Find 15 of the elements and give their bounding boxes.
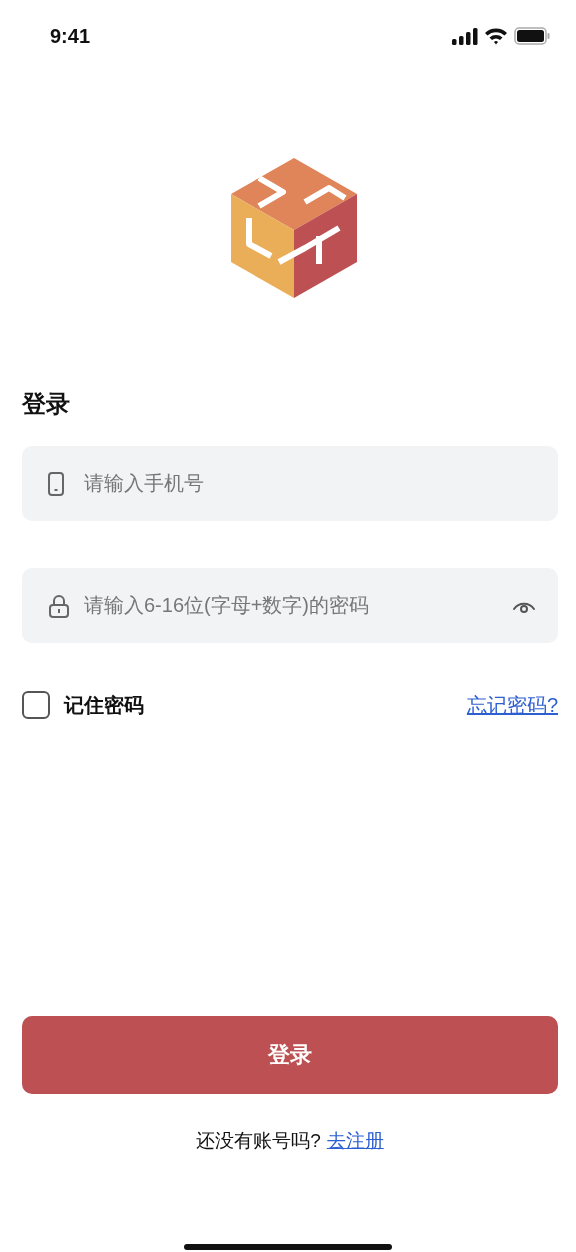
phone-field[interactable]: 请输入手机号	[22, 446, 558, 521]
register-prompt: 还没有账号吗?	[196, 1129, 321, 1153]
battery-icon	[514, 27, 550, 45]
remember-checkbox[interactable]	[22, 691, 50, 719]
lock-icon	[48, 593, 70, 618]
status-time: 9:41	[50, 24, 91, 48]
password-field[interactable]: 请输入6-16位(字母+数字)的密码	[22, 568, 558, 643]
page-title: 登录	[22, 389, 71, 419]
signal-icon	[452, 27, 478, 45]
wifi-icon	[484, 27, 508, 45]
login-button[interactable]: 登录	[22, 1016, 558, 1094]
phone-icon	[48, 471, 64, 496]
register-link[interactable]: 去注册	[326, 1128, 384, 1154]
remember-label: 记住密码	[64, 692, 144, 718]
forgot-password-link[interactable]: 忘记密码?	[466, 691, 558, 719]
